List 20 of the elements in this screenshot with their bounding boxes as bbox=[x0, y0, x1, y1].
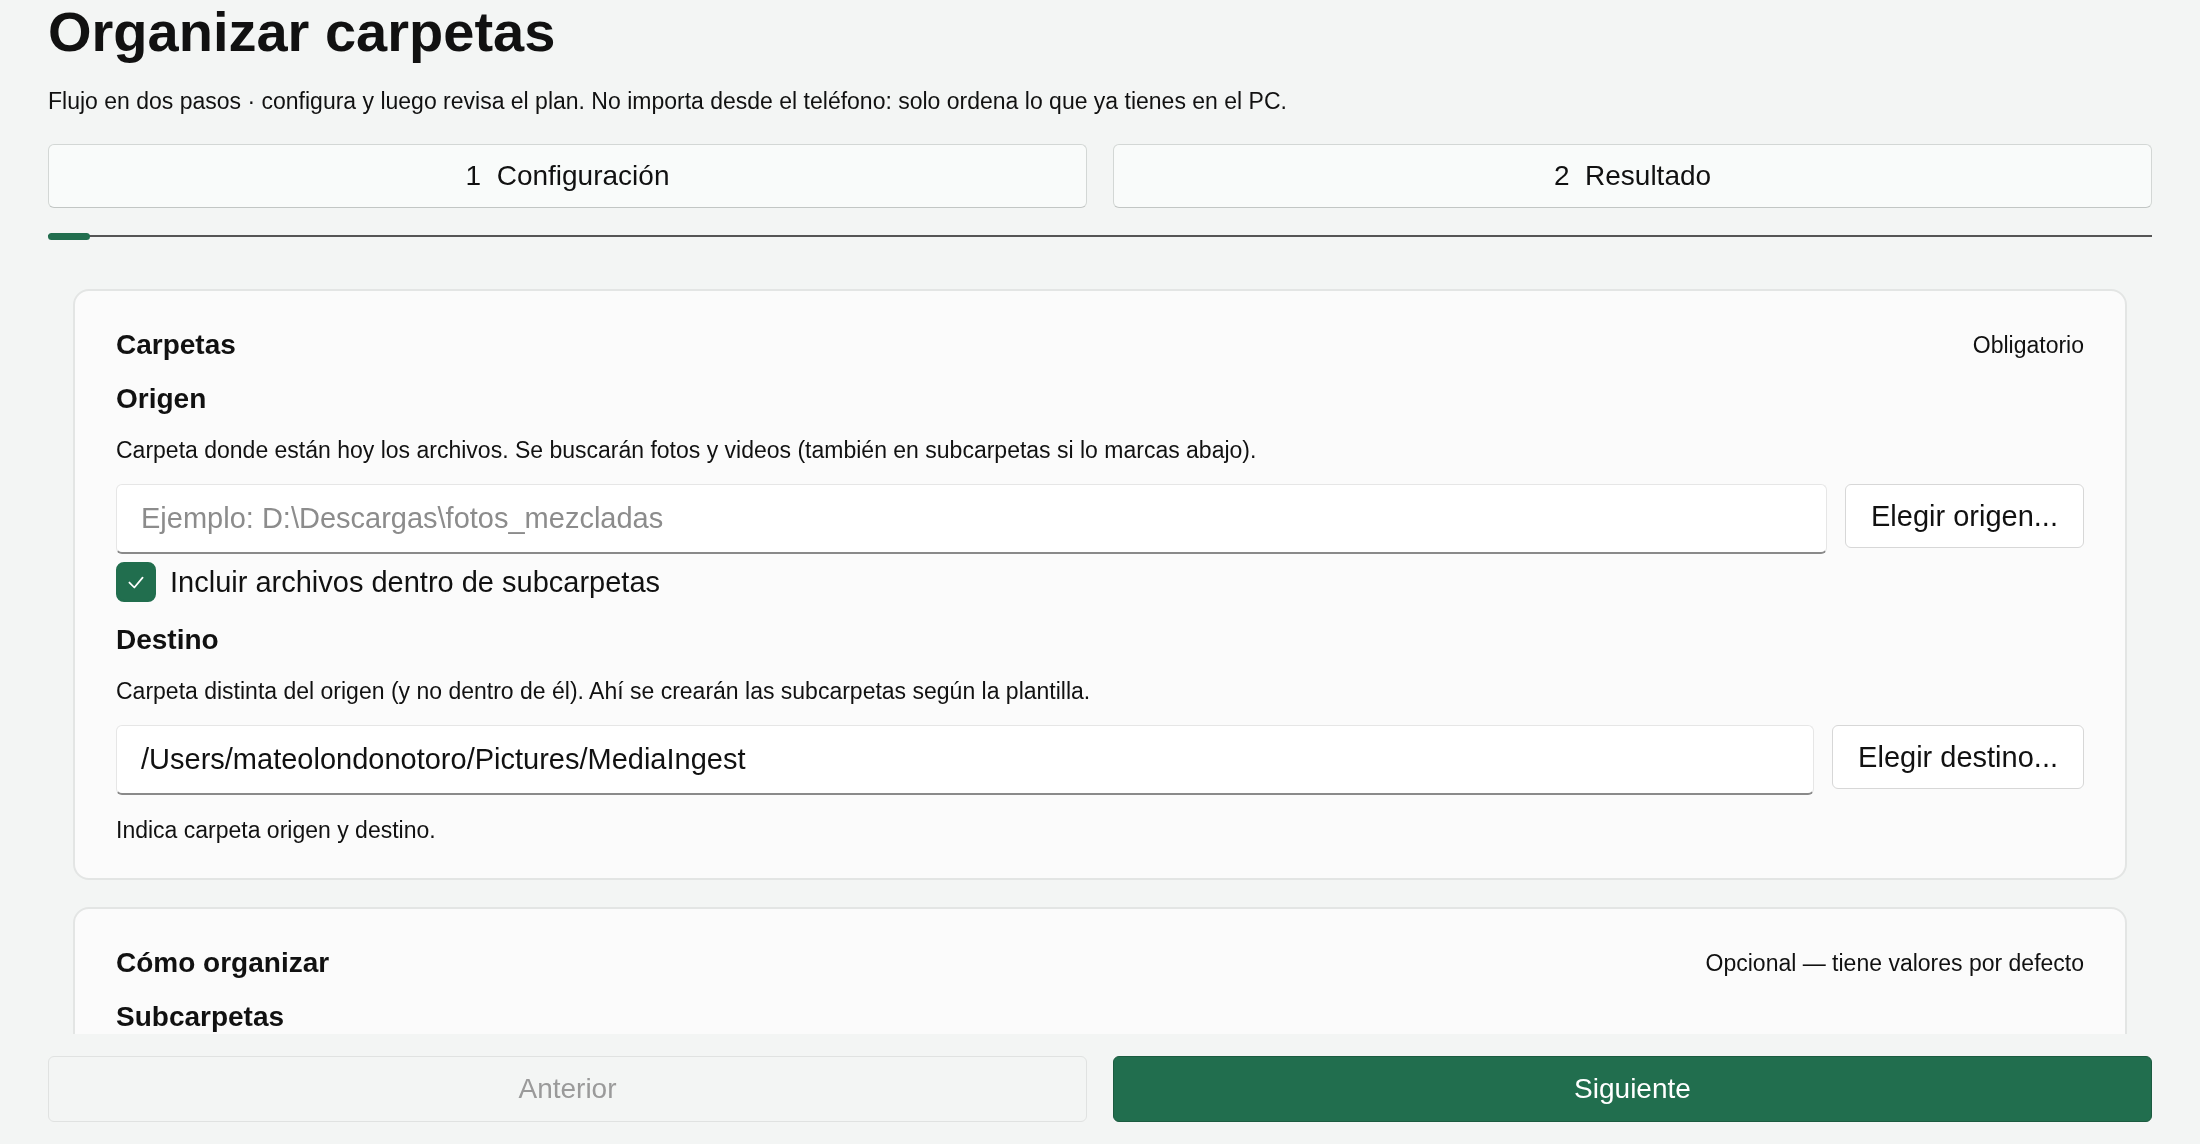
section-title: Carpetas bbox=[116, 329, 236, 361]
path-field[interactable]: Ejemplo: D:\Descargas\fotos_mezcladas bbox=[116, 484, 1827, 554]
field-label: Destino bbox=[116, 624, 220, 656]
validation-note: Indica carpeta origen y destino. bbox=[116, 817, 437, 844]
step-tab[interactable]: 1 Configuración bbox=[48, 144, 1087, 208]
checkbox[interactable] bbox=[116, 562, 156, 602]
field-label: Origen bbox=[116, 383, 208, 415]
path-field[interactable]: /Users/mateolondonotoro/Pictures/MediaIngest bbox=[116, 725, 1815, 795]
checkbox-label: Incluir archivos dentro de subcarpetas bbox=[170, 565, 661, 599]
nav-button[interactable]: Siguiente bbox=[1113, 1056, 2152, 1122]
page-subtitle: Flujo en dos pasos · configura y luego revisa el plan. No importa desde el teléfono: solo ordena lo que ya tienes en el PC. bbox=[48, 87, 1288, 116]
field-description: Carpeta donde están hoy los archivos. Se buscarán fotos y videos (también en subcarpetas si lo marcas abajo). bbox=[116, 437, 1258, 464]
field-description: Carpeta distinta del origen (y no dentro de él). Ahí se crearán las subcarpetas según la plantilla. bbox=[116, 678, 1092, 705]
section-tag: Obligatorio bbox=[1972, 331, 2084, 359]
choose-folder-button[interactable]: Elegir destino... bbox=[1832, 725, 2084, 789]
section-title: Cómo organizar bbox=[116, 947, 330, 979]
section-tag: Opcional — tiene valores por defecto bbox=[1705, 949, 2084, 977]
choose-folder-button[interactable]: Elegir origen... bbox=[1845, 484, 2084, 548]
step-tab[interactable]: 2 Resultado bbox=[1113, 144, 2152, 208]
subheading: Subcarpetas bbox=[116, 1001, 286, 1033]
